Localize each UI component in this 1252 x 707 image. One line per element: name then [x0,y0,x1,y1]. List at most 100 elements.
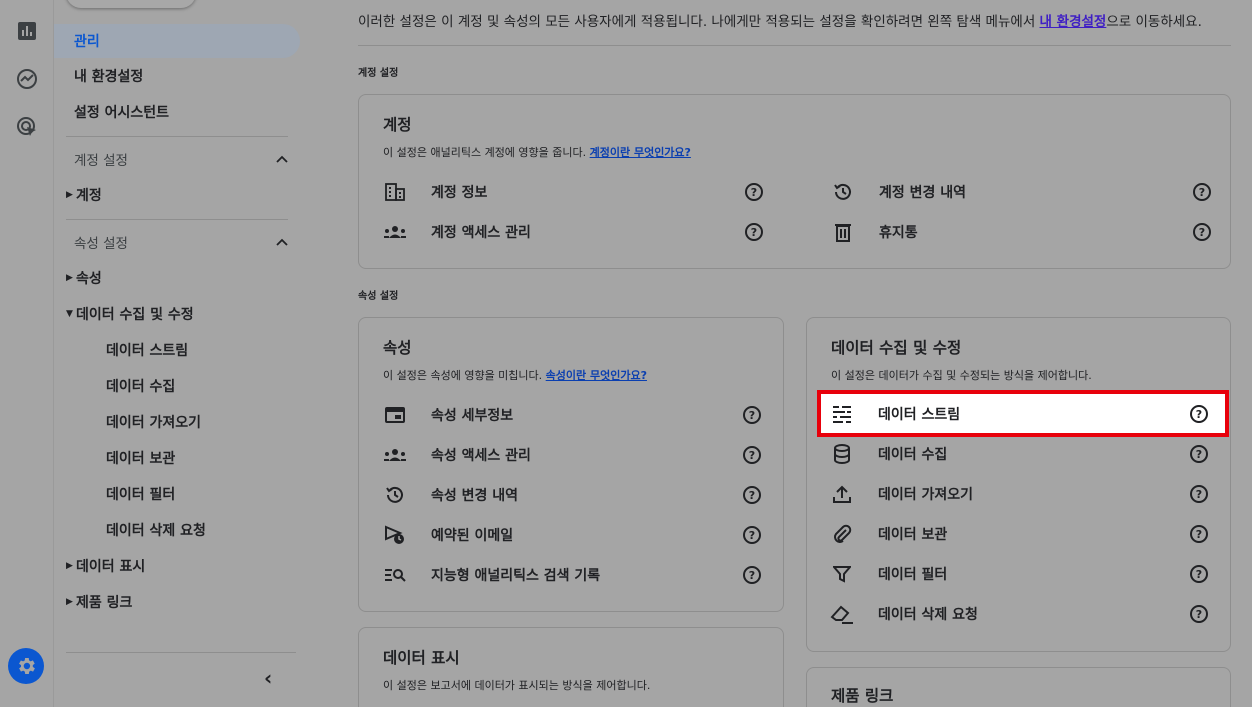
building-icon [383,180,407,204]
account-section-label: 계정 설정 [358,68,399,79]
sidebar-item-admin[interactable]: 관리 [54,24,300,58]
sidebar-item-data-import[interactable]: 데이터 가져오기 [106,405,201,439]
sidebar-item-property[interactable]: ▶ 속성 [54,261,102,295]
data-display-card-title: 데이터 표시 [383,649,460,667]
account-settings-header[interactable]: 계정 설정 [74,142,288,176]
row-label: 계정 정보 [431,185,488,201]
row-label: 계정 변경 내역 [879,185,967,201]
row-label: 속성 변경 내역 [431,488,519,504]
people-icon [383,443,407,467]
account-card-desc-text: 이 설정은 애널리틱스 계정에 영향을 줍니다. [383,146,590,159]
sidebar-item-my-preferences[interactable]: 내 환경설정 [54,59,143,93]
help-icon[interactable]: ? [745,223,763,241]
data-collection-card-desc: 이 설정은 데이터가 수집 및 수정되는 방식을 제어합니다. [831,369,1092,382]
intro-text-before: 이러한 설정은 이 계정 및 속성의 모든 사용자에게 적용됩니다. 나에게만 … [358,14,1040,30]
product-links-card: 제품 링크 [806,667,1231,707]
data-import-row[interactable]: 데이터 가져오기 ? [830,474,1208,514]
sidebar-item-account[interactable]: ▶ 계정 [54,178,102,212]
sidebar-divider [66,652,296,653]
data-streams-row[interactable]: 데이터 스트림 ? [830,394,1208,434]
explore-icon[interactable] [14,66,40,92]
row-label: 휴지통 [879,225,918,241]
property-section-label: 속성 설정 [358,291,399,302]
attachment-icon [830,522,854,546]
sidebar-item-data-collection-sub[interactable]: 데이터 수집 [106,369,175,403]
admin-main: 이러한 설정은 이 계정 및 속성의 모든 사용자에게 적용됩니다. 나에게만 … [312,0,1252,707]
sidebar-item-data-display[interactable]: ▶ 데이터 표시 [54,549,145,583]
advertising-icon[interactable] [14,114,40,140]
sidebar-item-label: 계정 [76,188,102,204]
sidebar-divider [66,136,288,137]
chevron-up-icon [276,155,288,163]
data-filters-row[interactable]: 데이터 필터 ? [830,554,1208,594]
data-retention-row[interactable]: 데이터 보관 ? [830,514,1208,554]
sidebar-item-product-links[interactable]: ▶ 제품 링크 [54,585,132,619]
property-settings-label: 속성 설정 [74,236,128,252]
upload-icon [830,482,854,506]
header-divider [358,45,1231,46]
history-icon [831,180,855,204]
help-icon[interactable]: ? [743,486,761,504]
eraser-icon [830,602,854,626]
sidebar-item-setup-assistant[interactable]: 설정 어시스턴트 [54,95,169,129]
property-settings-header[interactable]: 속성 설정 [74,225,288,259]
data-deletion-row[interactable]: 데이터 삭제 요청 ? [830,594,1208,634]
admin-gear-icon[interactable] [8,648,44,684]
row-label: 속성 세부정보 [431,408,514,424]
admin-sidebar: 관리 내 환경설정 설정 어시스턴트 계정 설정 ▶ 계정 속성 설정 ▶ 속성… [54,0,312,707]
trash-row[interactable]: 휴지통 ? [831,212,1211,252]
data-collection-row[interactable]: 데이터 수집 ? [830,434,1208,474]
collapse-sidebar-button[interactable]: ‹ [264,666,272,690]
sidebar-item-data-deletion[interactable]: 데이터 삭제 요청 [106,513,206,547]
my-preferences-link[interactable]: 내 환경설정 [1040,14,1107,30]
help-icon[interactable]: ? [743,526,761,544]
account-card-title: 계정 [383,116,412,134]
what-is-property-link[interactable]: 속성이란 무엇인가요? [546,369,647,382]
insights-search-history-row[interactable]: 지능형 애널리틱스 검색 기록 ? [383,555,761,595]
data-streams-icon [830,402,854,426]
account-access-row[interactable]: 계정 액세스 관리 ? [383,212,763,252]
row-label: 데이터 보관 [878,527,948,543]
row-label: 데이터 삭제 요청 [878,607,978,623]
chevron-up-icon [276,238,288,246]
help-icon[interactable]: ? [1190,485,1208,503]
property-access-row[interactable]: 속성 액세스 관리 ? [383,435,761,475]
data-collection-card-title: 데이터 수집 및 수정 [831,339,962,357]
database-icon [830,442,854,466]
row-label: 데이터 수집 [878,447,948,463]
intro-text: 이러한 설정은 이 계정 및 속성의 모든 사용자에게 적용됩니다. 나에게만 … [358,10,1202,30]
sidebar-item-label: 데이터 수집 및 수정 [76,307,194,323]
scheduled-emails-row[interactable]: 예약된 이메일 ? [383,515,761,555]
property-details-row[interactable]: 속성 세부정보 ? [383,395,761,435]
caret-right-icon: ▶ [66,561,73,571]
property-change-history-row[interactable]: 속성 변경 내역 ? [383,475,761,515]
help-icon[interactable]: ? [743,566,761,584]
help-icon[interactable]: ? [743,406,761,424]
help-icon[interactable]: ? [1190,605,1208,623]
sidebar-item-data-streams[interactable]: 데이터 스트림 [106,333,188,367]
details-icon [383,403,407,427]
help-icon[interactable]: ? [1193,223,1211,241]
sidebar-item-data-filters[interactable]: 데이터 필터 [106,477,175,511]
what-is-account-link[interactable]: 계정이란 무엇인가요? [590,146,691,159]
help-icon[interactable]: ? [1190,405,1208,423]
help-icon[interactable]: ? [1190,565,1208,583]
sidebar-item-data-retention[interactable]: 데이터 보관 [106,441,175,475]
row-label: 데이터 스트림 [878,407,961,423]
row-label: 데이터 필터 [878,567,948,583]
help-icon[interactable]: ? [1193,183,1211,201]
help-icon[interactable]: ? [1190,445,1208,463]
account-info-row[interactable]: 계정 정보 ? [383,172,763,212]
account-change-history-row[interactable]: 계정 변경 내역 ? [831,172,1211,212]
search-history-icon [383,563,407,587]
data-display-card: 데이터 표시 이 설정은 보고서에 데이터가 표시되는 방식을 제어합니다. [358,627,784,707]
people-icon [383,220,407,244]
help-icon[interactable]: ? [743,446,761,464]
sidebar-item-label: 데이터 표시 [76,559,146,575]
create-button[interactable] [66,0,196,8]
reports-icon[interactable] [14,18,40,44]
help-icon[interactable]: ? [745,183,763,201]
property-card-desc: 이 설정은 속성에 영향을 미칩니다. 속성이란 무엇인가요? [383,367,647,383]
sidebar-item-data-collection[interactable]: ▼ 데이터 수집 및 수정 [54,297,194,331]
help-icon[interactable]: ? [1190,525,1208,543]
